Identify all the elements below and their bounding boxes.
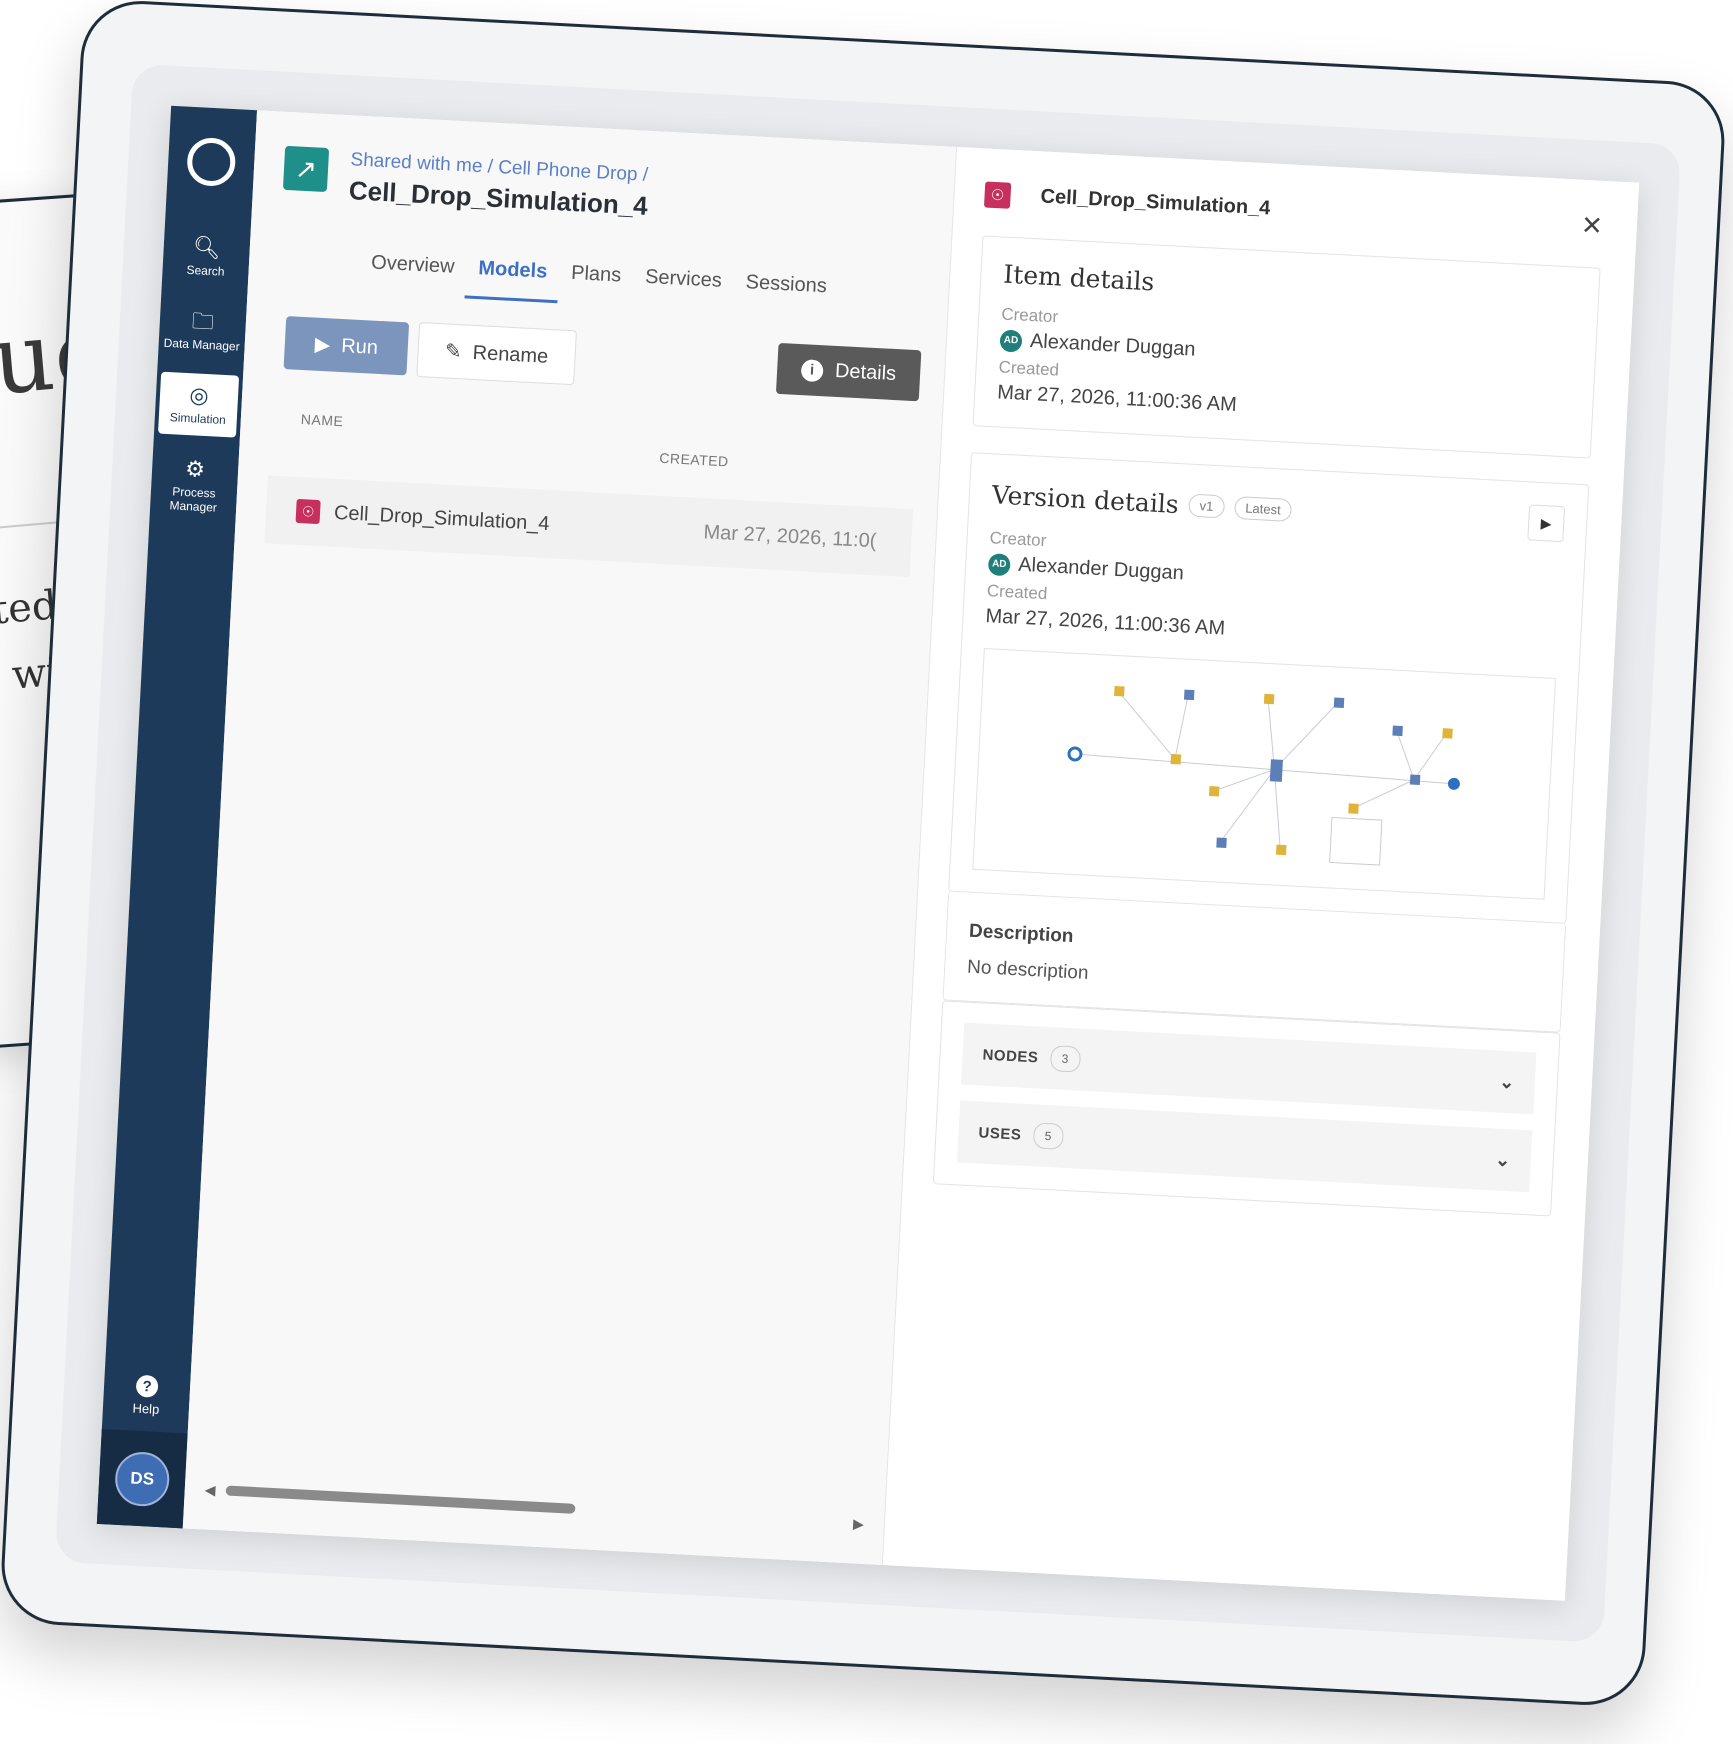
nav-item-search[interactable]: 🔍︎ Search [166,224,247,290]
main-content: ↗ Shared with me / Cell Phone Drop / Cel… [182,110,957,1565]
nodes-label: NODES [982,1046,1039,1066]
app-logo[interactable] [186,136,237,188]
search-icon: 🔍︎ [192,234,222,261]
scroll-left-icon[interactable]: ◀ [204,1481,216,1499]
nav-item-label: Search [186,262,225,279]
model-icon: ☉ [295,498,321,525]
breadcrumb-separator: / [642,164,649,186]
tab-models[interactable]: Models [464,256,560,304]
scrollbar-track[interactable] [225,1485,843,1528]
simulation-icon: ◎ [188,382,210,409]
nav-item-simulation[interactable]: ◎ Simulation [157,371,240,438]
pencil-icon: ✎ [444,340,468,364]
panel-header: ☉ Cell_Drop_Simulation_4 ✕ [983,178,1604,242]
scroll-right-icon[interactable]: ▶ [853,1515,865,1533]
nodes-accordion[interactable]: NODES 3 ⌄ [961,1022,1537,1115]
panel-title: Cell_Drop_Simulation_4 [1040,185,1271,220]
row-name: Cell_Drop_Simulation_4 [333,501,551,535]
creator-avatar: AD [999,328,1023,353]
model-diagram [1067,685,1460,866]
breadcrumb-separator: / [487,156,494,178]
folder-icon: 🗀 [191,308,215,335]
model-icon: ☉ [983,180,1012,209]
creator-name: Alexander Duggan [1029,330,1197,361]
model-diagram-thumbnail[interactable] [972,648,1557,900]
item-details-card: Item details Creator AD Alexander Duggan… [972,235,1601,459]
creator-name: Alexander Duggan [1017,553,1185,585]
column-header-name[interactable]: NAME [299,411,660,466]
scrollbar-thumb[interactable] [225,1485,576,1514]
version-details-card: Version details v1 Latest ▶ Creator AD A… [948,452,1590,924]
horizontal-scrollbar[interactable]: ◀ ▶ [204,1479,864,1534]
help-icon: ? [135,1374,159,1398]
breadcrumb-shared[interactable]: Shared with me [350,149,483,177]
app-window: 🔍︎ Search 🗀 Data Manager ◎ Simulation ⚙ … [96,105,1640,1601]
version-badge: v1 [1188,493,1225,518]
latest-badge: Latest [1233,495,1293,522]
column-header-created[interactable]: CREATED [659,450,729,470]
run-button[interactable]: ▶ Run [283,316,410,376]
tab-plans[interactable]: Plans [558,261,634,307]
tab-overview[interactable]: Overview [358,251,467,299]
tab-services[interactable]: Services [632,265,735,312]
project-icon: ↗ [282,145,330,193]
user-avatar[interactable]: DS [113,1450,171,1508]
chevron-down-icon: ⌄ [1498,1071,1516,1092]
play-version-button[interactable]: ▶ [1527,504,1566,543]
close-icon[interactable]: ✕ [1580,210,1603,242]
nav-item-help[interactable]: ? Help [103,1373,191,1418]
nav-item-label: Process Manager [169,484,218,515]
details-panel: ☉ Cell_Drop_Simulation_4 ✕ Item details … [881,146,1640,1601]
info-icon: i [800,358,824,382]
breadcrumb-project[interactable]: Cell Phone Drop [498,157,638,185]
details-button[interactable]: i Details [775,342,922,402]
device-frame: 🔍︎ Search 🗀 Data Manager ◎ Simulation ⚙ … [0,0,1728,1708]
details-button-label: Details [834,359,897,386]
uses-accordion[interactable]: USES 5 ⌄ [956,1100,1533,1193]
uses-count: 5 [1032,1122,1064,1150]
row-created: Mar 27, 2026, 11:0( [703,520,878,552]
nav-item-process-manager[interactable]: ⚙ Process Manager [153,446,235,526]
creator-avatar: AD [987,552,1011,576]
nav-item-label: Data Manager [163,335,241,354]
nodes-count: 3 [1049,1045,1082,1073]
play-icon: ▶ [314,333,337,357]
accordion-card: NODES 3 ⌄ USES 5 ⌄ [932,1000,1561,1217]
table-row[interactable]: ☉ Cell_Drop_Simulation_4 Mar 27, 2026, 1… [264,475,914,578]
uses-label: USES [978,1123,1022,1144]
user-section: DS [96,1428,188,1529]
nav-help-label: Help [132,1400,160,1417]
rename-button[interactable]: ✎ Rename [416,322,577,386]
gear-icon: ⚙ [184,456,206,483]
tab-sessions[interactable]: Sessions [732,270,839,317]
chevron-down-icon: ⌄ [1494,1149,1512,1170]
rename-button-label: Rename [472,341,549,368]
nav-item-data-manager[interactable]: 🗀 Data Manager [162,298,243,364]
run-button-label: Run [340,335,379,359]
version-details-heading: Version details [991,479,1180,519]
nav-item-label: Simulation [169,410,227,428]
